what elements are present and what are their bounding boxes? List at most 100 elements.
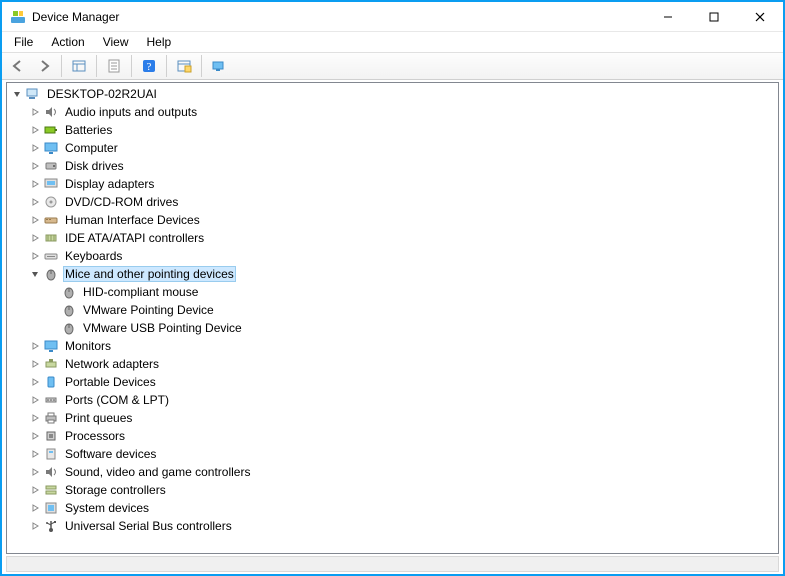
menu-action[interactable]: Action xyxy=(43,34,92,50)
tree-cat-sound[interactable]: Sound, video and game controllers xyxy=(7,463,778,481)
display-icon xyxy=(43,176,59,192)
tree-cat-audio[interactable]: Audio inputs and outputs xyxy=(7,103,778,121)
app-icon xyxy=(10,9,26,25)
statusbar xyxy=(6,556,779,572)
tree-cat-batteries[interactable]: Batteries xyxy=(7,121,778,139)
chevron-right-icon[interactable] xyxy=(27,338,43,354)
chevron-right-icon[interactable] xyxy=(27,482,43,498)
chevron-right-icon[interactable] xyxy=(27,392,43,408)
menu-help[interactable]: Help xyxy=(139,34,180,50)
cat-label: Print queues xyxy=(63,411,134,425)
chevron-right-icon[interactable] xyxy=(27,464,43,480)
port-icon xyxy=(43,392,59,408)
chevron-right-icon[interactable] xyxy=(27,194,43,210)
chevron-right-icon[interactable] xyxy=(27,428,43,444)
cat-label: Batteries xyxy=(63,123,114,137)
cat-label: Disk drives xyxy=(63,159,126,173)
chevron-right-icon[interactable] xyxy=(27,446,43,462)
svg-text:?: ? xyxy=(147,61,152,73)
chevron-right-icon[interactable] xyxy=(27,248,43,264)
tree-cat-monitors[interactable]: Monitors xyxy=(7,337,778,355)
tree-cat-network[interactable]: Network adapters xyxy=(7,355,778,373)
software-icon xyxy=(43,446,59,462)
cat-label: System devices xyxy=(63,501,151,515)
titlebar: Device Manager xyxy=(2,2,783,32)
chevron-right-icon[interactable] xyxy=(27,158,43,174)
device-tree-panel: DESKTOP-02R2UAI Audio inputs and outputs… xyxy=(6,82,779,554)
mouse-icon xyxy=(61,284,77,300)
root-label: DESKTOP-02R2UAI xyxy=(45,87,159,101)
tree-device-vmware-usb-pointing[interactable]: ·VMware USB Pointing Device xyxy=(7,319,778,337)
cat-label: Computer xyxy=(63,141,120,155)
close-button[interactable] xyxy=(737,2,783,32)
mouse-icon xyxy=(61,320,77,336)
chevron-right-icon[interactable] xyxy=(27,518,43,534)
tree-cat-storage[interactable]: Storage controllers xyxy=(7,481,778,499)
maximize-button[interactable] xyxy=(691,2,737,32)
minimize-button[interactable] xyxy=(645,2,691,32)
tree-cat-system[interactable]: System devices xyxy=(7,499,778,517)
device-label: VMware Pointing Device xyxy=(81,303,216,317)
add-legacy-button[interactable] xyxy=(207,54,231,78)
cat-label: IDE ATA/ATAPI controllers xyxy=(63,231,206,245)
portable-icon xyxy=(43,374,59,390)
cat-label: Network adapters xyxy=(63,357,161,371)
menu-file[interactable]: File xyxy=(6,34,41,50)
menubar: File Action View Help xyxy=(2,32,783,52)
tree-cat-portable[interactable]: Portable Devices xyxy=(7,373,778,391)
tree-cat-usb[interactable]: Universal Serial Bus controllers xyxy=(7,517,778,535)
ide-icon xyxy=(43,230,59,246)
tree-cat-keyboards[interactable]: Keyboards xyxy=(7,247,778,265)
chevron-right-icon[interactable] xyxy=(27,212,43,228)
mouse-icon xyxy=(61,302,77,318)
chevron-right-icon[interactable] xyxy=(27,140,43,156)
chevron-right-icon[interactable] xyxy=(27,230,43,246)
tree-cat-disk[interactable]: Disk drives xyxy=(7,157,778,175)
cat-label: Audio inputs and outputs xyxy=(63,105,199,119)
chevron-right-icon[interactable] xyxy=(27,122,43,138)
tree-device-hid-mouse[interactable]: ·HID-compliant mouse xyxy=(7,283,778,301)
show-hide-tree-button[interactable] xyxy=(67,54,91,78)
chevron-down-icon[interactable] xyxy=(9,86,25,102)
forward-button[interactable] xyxy=(32,54,56,78)
tree-cat-hid[interactable]: Human Interface Devices xyxy=(7,211,778,229)
tree-cat-print[interactable]: Print queues xyxy=(7,409,778,427)
printer-icon xyxy=(43,410,59,426)
tree-device-vmware-pointing[interactable]: ·VMware Pointing Device xyxy=(7,301,778,319)
tree-cat-mice[interactable]: Mice and other pointing devices xyxy=(7,265,778,283)
tree-cat-ide[interactable]: IDE ATA/ATAPI controllers xyxy=(7,229,778,247)
cat-label: Mice and other pointing devices xyxy=(63,266,236,282)
cat-label: Storage controllers xyxy=(63,483,168,497)
back-button[interactable] xyxy=(6,54,30,78)
usb-icon xyxy=(43,518,59,534)
cat-label: Sound, video and game controllers xyxy=(63,465,252,479)
storage-icon xyxy=(43,482,59,498)
properties-button[interactable] xyxy=(102,54,126,78)
tree-cat-display[interactable]: Display adapters xyxy=(7,175,778,193)
chevron-right-icon[interactable] xyxy=(27,356,43,372)
monitor-icon xyxy=(43,338,59,354)
window-title: Device Manager xyxy=(32,10,119,24)
chevron-right-icon[interactable] xyxy=(27,410,43,426)
tree-cat-ports[interactable]: Ports (COM & LPT) xyxy=(7,391,778,409)
chevron-down-icon[interactable] xyxy=(27,266,43,282)
tree-cat-processors[interactable]: Processors xyxy=(7,427,778,445)
tree-root[interactable]: DESKTOP-02R2UAI xyxy=(7,85,778,103)
tree-cat-computer[interactable]: Computer xyxy=(7,139,778,157)
tree-cat-software[interactable]: Software devices xyxy=(7,445,778,463)
help-button[interactable]: ? xyxy=(137,54,161,78)
chevron-right-icon[interactable] xyxy=(27,104,43,120)
cat-label: Keyboards xyxy=(63,249,124,263)
toolbar: ? xyxy=(2,52,783,80)
disc-icon xyxy=(43,194,59,210)
chevron-right-icon[interactable] xyxy=(27,374,43,390)
cat-label: DVD/CD-ROM drives xyxy=(63,195,180,209)
chevron-right-icon[interactable] xyxy=(27,500,43,516)
tree-cat-dvd[interactable]: DVD/CD-ROM drives xyxy=(7,193,778,211)
cat-label: Human Interface Devices xyxy=(63,213,202,227)
device-label: HID-compliant mouse xyxy=(81,285,200,299)
chevron-right-icon[interactable] xyxy=(27,176,43,192)
battery-icon xyxy=(43,122,59,138)
menu-view[interactable]: View xyxy=(95,34,137,50)
scan-hardware-button[interactable] xyxy=(172,54,196,78)
